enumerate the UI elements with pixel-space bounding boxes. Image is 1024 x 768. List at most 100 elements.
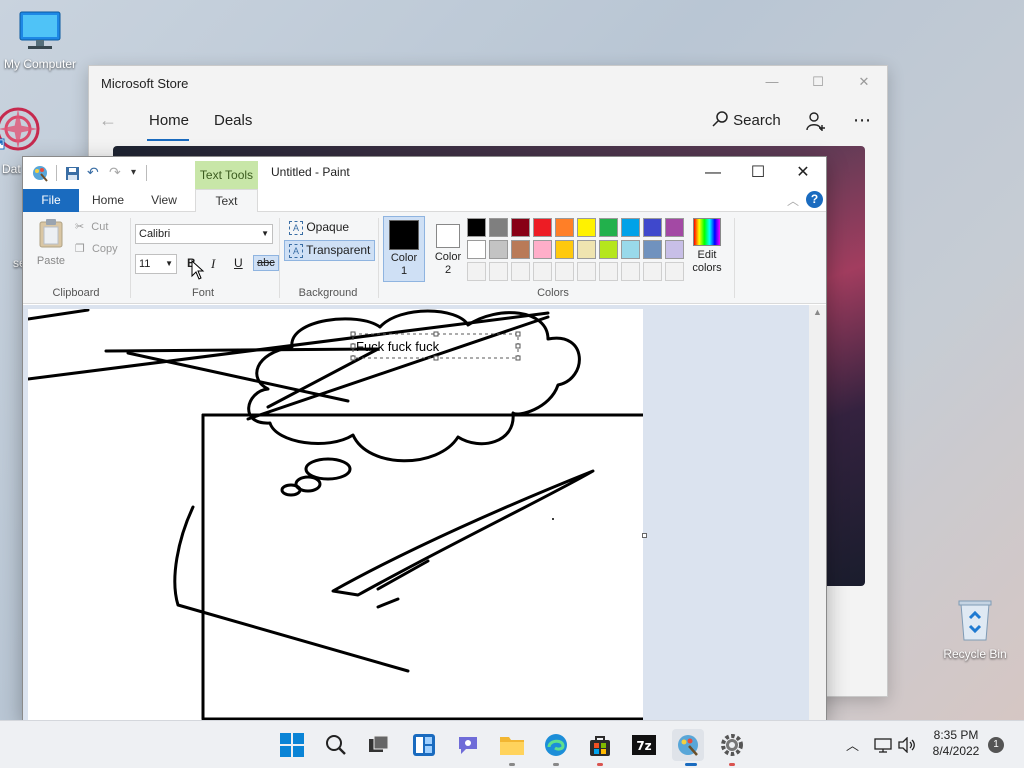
custom-color-slot[interactable]: [577, 262, 596, 281]
vertical-scrollbar[interactable]: ▲: [809, 305, 826, 722]
desktop-icon-my-computer[interactable]: My Computer: [0, 10, 80, 71]
color-swatch[interactable]: [643, 218, 662, 237]
opaque-option[interactable]: A Opaque: [285, 218, 353, 237]
custom-color-slot[interactable]: [467, 262, 486, 281]
save-icon[interactable]: [65, 166, 80, 181]
color-swatch[interactable]: [533, 218, 552, 237]
tab-file[interactable]: File: [23, 189, 79, 212]
strikethrough-button[interactable]: abc: [253, 255, 279, 271]
color-swatch[interactable]: [599, 218, 618, 237]
widgets-button[interactable]: [408, 729, 440, 761]
undo-icon[interactable]: ↶: [87, 164, 99, 181]
color-swatch[interactable]: [555, 240, 574, 259]
custom-color-slot[interactable]: [555, 262, 574, 281]
account-add-icon[interactable]: [805, 111, 827, 133]
minimize-ribbon-icon[interactable]: ︿: [787, 192, 799, 209]
paste-button[interactable]: Paste: [31, 218, 71, 267]
file-explorer-button[interactable]: [496, 729, 528, 761]
redo-icon[interactable]: ↷: [109, 164, 121, 181]
store-maximize-button[interactable]: ☐: [795, 70, 841, 94]
custom-color-slot[interactable]: [621, 262, 640, 281]
custom-color-slot[interactable]: [511, 262, 530, 281]
custom-color-slot[interactable]: [599, 262, 618, 281]
copy-button[interactable]: ❐ Copy: [75, 242, 118, 255]
color-swatch[interactable]: [621, 240, 640, 259]
store-search-button[interactable]: Search: [711, 110, 781, 129]
tab-home[interactable]: Home: [85, 189, 131, 212]
font-size-select[interactable]: 11 ▼: [135, 254, 177, 274]
edit-colors-button[interactable]: Edit colors: [687, 218, 727, 275]
taskbar-search-button[interactable]: [320, 729, 352, 761]
transparent-option[interactable]: A Transparent: [284, 240, 376, 261]
color1-button[interactable]: Color 1: [383, 216, 425, 282]
paint-taskbar-button[interactable]: [672, 729, 704, 761]
running-indicator: [729, 763, 735, 766]
task-view-icon: [369, 735, 389, 752]
start-button[interactable]: [276, 729, 308, 761]
underline-button[interactable]: U: [234, 256, 243, 270]
edge-browser-button[interactable]: [540, 729, 572, 761]
color-swatch[interactable]: [643, 240, 662, 259]
settings-button[interactable]: [716, 729, 748, 761]
quick-access-divider: [56, 165, 57, 181]
paint-close-button[interactable]: ✕: [780, 159, 826, 187]
monitor-icon: [19, 11, 61, 49]
color-swatch[interactable]: [599, 240, 618, 259]
7zip-button[interactable]: 7z: [628, 729, 660, 761]
cut-button[interactable]: ✂ Cut: [75, 220, 108, 233]
custom-color-slot[interactable]: [489, 262, 508, 281]
help-icon[interactable]: ?: [806, 191, 823, 208]
chevron-down-icon: ▼: [165, 259, 173, 268]
store-close-button[interactable]: ✕: [841, 70, 887, 94]
customize-quick-access-icon[interactable]: ▾: [131, 167, 136, 178]
store-tab-deals[interactable]: Deals: [214, 112, 252, 129]
clock-time: 8:35 PM: [933, 728, 979, 742]
italic-button[interactable]: I: [211, 256, 215, 272]
custom-color-slot[interactable]: [643, 262, 662, 281]
paint-minimize-button[interactable]: —: [690, 159, 736, 187]
color-swatch[interactable]: [665, 218, 684, 237]
teams-chat-button[interactable]: [452, 729, 484, 761]
store-search-label: Search: [733, 112, 781, 129]
color-swatch[interactable]: [467, 218, 486, 237]
store-minimize-button[interactable]: —: [749, 70, 795, 94]
more-options-icon[interactable]: ⋯: [853, 110, 872, 131]
color-swatch[interactable]: [555, 218, 574, 237]
show-hidden-icons-chevron-icon[interactable]: ︿: [846, 735, 859, 754]
scroll-up-icon[interactable]: ▲: [813, 307, 822, 317]
canvas-workspace: Fuck fuck fuck: [23, 305, 826, 722]
color-swatch[interactable]: [489, 240, 508, 259]
paint-maximize-button[interactable]: ☐: [735, 159, 781, 187]
microsoft-store-button[interactable]: [584, 729, 616, 761]
drawing-canvas[interactable]: Fuck fuck fuck: [28, 309, 643, 722]
notification-badge[interactable]: 1: [988, 737, 1004, 753]
desktop-icon-recycle-bin[interactable]: Recycle Bin: [935, 598, 1015, 661]
taskbar: 7z ︿ 8:35 PM 8/4/2022 1: [0, 720, 1024, 768]
custom-color-slot[interactable]: [665, 262, 684, 281]
cut-label: Cut: [91, 221, 109, 233]
scissors-icon: ✂: [75, 221, 85, 233]
color2-button[interactable]: Color 2: [427, 216, 469, 282]
network-icon[interactable]: [874, 737, 892, 753]
tab-text[interactable]: Text: [195, 189, 258, 213]
color-swatch[interactable]: [665, 240, 684, 259]
clock[interactable]: 8:35 PM 8/4/2022: [924, 727, 988, 759]
back-arrow-icon[interactable]: ←: [99, 110, 117, 131]
tab-view[interactable]: View: [141, 189, 187, 212]
color-swatch[interactable]: [621, 218, 640, 237]
color-swatch[interactable]: [577, 218, 596, 237]
color-swatch[interactable]: [467, 240, 486, 259]
volume-icon[interactable]: [898, 737, 916, 753]
canvas-text-box[interactable]: Fuck fuck fuck: [356, 339, 439, 354]
font-family-select[interactable]: Calibri ▼: [135, 224, 273, 244]
canvas-resize-handle[interactable]: [642, 533, 647, 538]
store-tab-home[interactable]: Home: [149, 112, 189, 129]
color-swatch[interactable]: [489, 218, 508, 237]
color-swatch[interactable]: [577, 240, 596, 259]
paint-window[interactable]: ↶ ↷ ▾ Text Tools Untitled - Paint — ☐ ✕ …: [22, 156, 827, 722]
custom-color-slot[interactable]: [533, 262, 552, 281]
task-view-button[interactable]: [362, 729, 394, 761]
color-swatch[interactable]: [511, 240, 530, 259]
color-swatch[interactable]: [511, 218, 530, 237]
color-swatch[interactable]: [533, 240, 552, 259]
